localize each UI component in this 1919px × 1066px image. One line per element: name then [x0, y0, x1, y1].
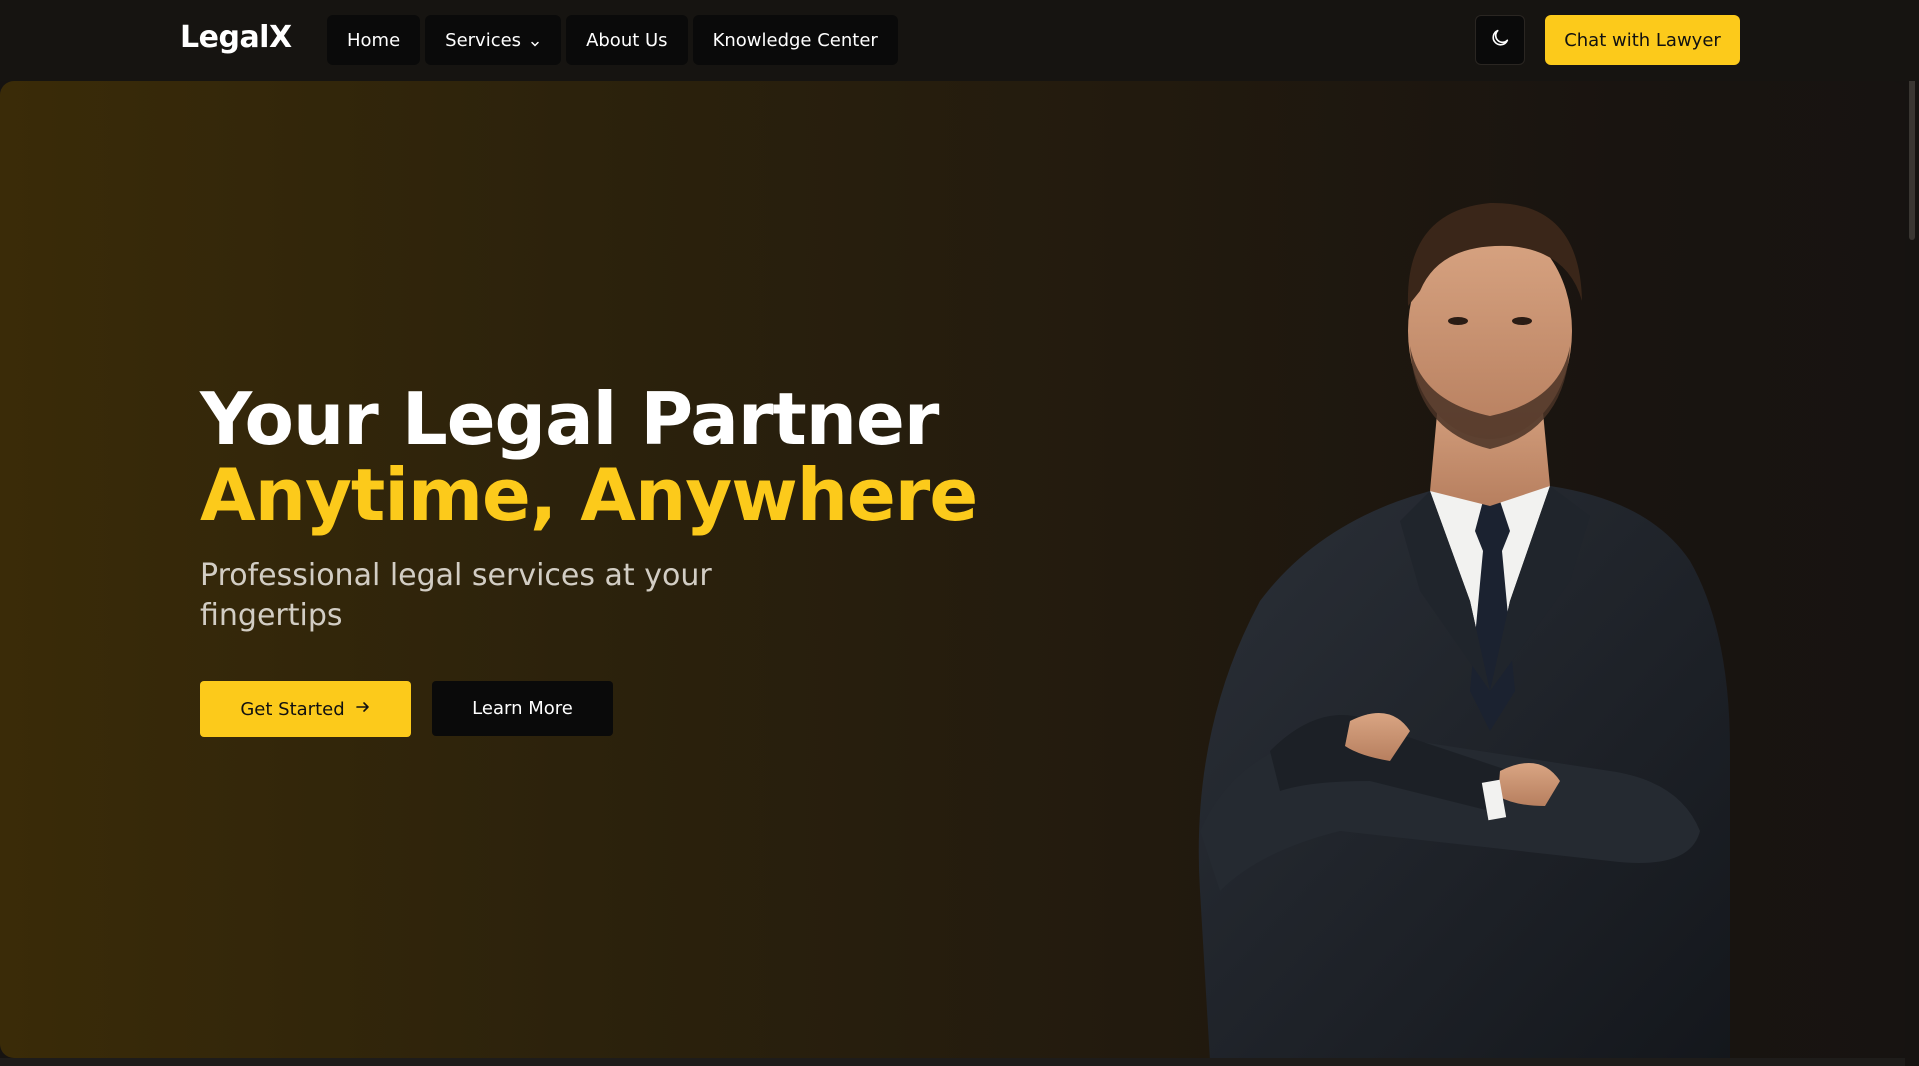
- get-started-button[interactable]: Get Started: [200, 681, 411, 737]
- nav-home-label: Home: [347, 29, 401, 51]
- learn-more-button[interactable]: Learn More: [432, 681, 613, 736]
- page-bottom-edge: [0, 1058, 1905, 1066]
- hero-title-line2: Anytime, Anywhere: [200, 453, 978, 537]
- get-started-label: Get Started: [240, 698, 345, 720]
- hero-title-line1: Your Legal Partner: [200, 377, 939, 461]
- moon-icon: [1489, 27, 1511, 53]
- logo[interactable]: LegalX: [180, 20, 292, 55]
- nav-services-label: Services: [445, 29, 522, 51]
- top-navbar: LegalX Home Services About Us Knowledge …: [0, 0, 1919, 81]
- theme-toggle-button[interactable]: [1475, 15, 1525, 65]
- chat-with-lawyer-button[interactable]: Chat with Lawyer: [1545, 15, 1740, 65]
- nav-about-us[interactable]: About Us: [566, 15, 688, 65]
- page: LegalX Home Services About Us Knowledge …: [0, 0, 1919, 1066]
- hero-subtitle: Professional legal services at your fing…: [200, 558, 712, 633]
- vertical-scrollbar[interactable]: [1905, 0, 1919, 1066]
- hero-title: Your Legal Partner Anytime, Anywhere: [200, 377, 978, 537]
- nav-about-label: About Us: [586, 29, 668, 51]
- nav-knowledge-center[interactable]: Knowledge Center: [692, 15, 898, 65]
- main-nav: Home Services About Us Knowledge Center: [327, 15, 898, 65]
- chevron-down-icon: [529, 34, 541, 47]
- arrow-right-icon: [355, 699, 371, 720]
- hero-section: Your Legal Partner Anytime, Anywhere Pro…: [0, 81, 1905, 1058]
- lawyer-portrait-image: [1198, 202, 1730, 1058]
- nav-knowledge-label: Knowledge Center: [712, 29, 878, 51]
- nav-services[interactable]: Services: [425, 15, 562, 65]
- nav-home[interactable]: Home: [327, 15, 421, 65]
